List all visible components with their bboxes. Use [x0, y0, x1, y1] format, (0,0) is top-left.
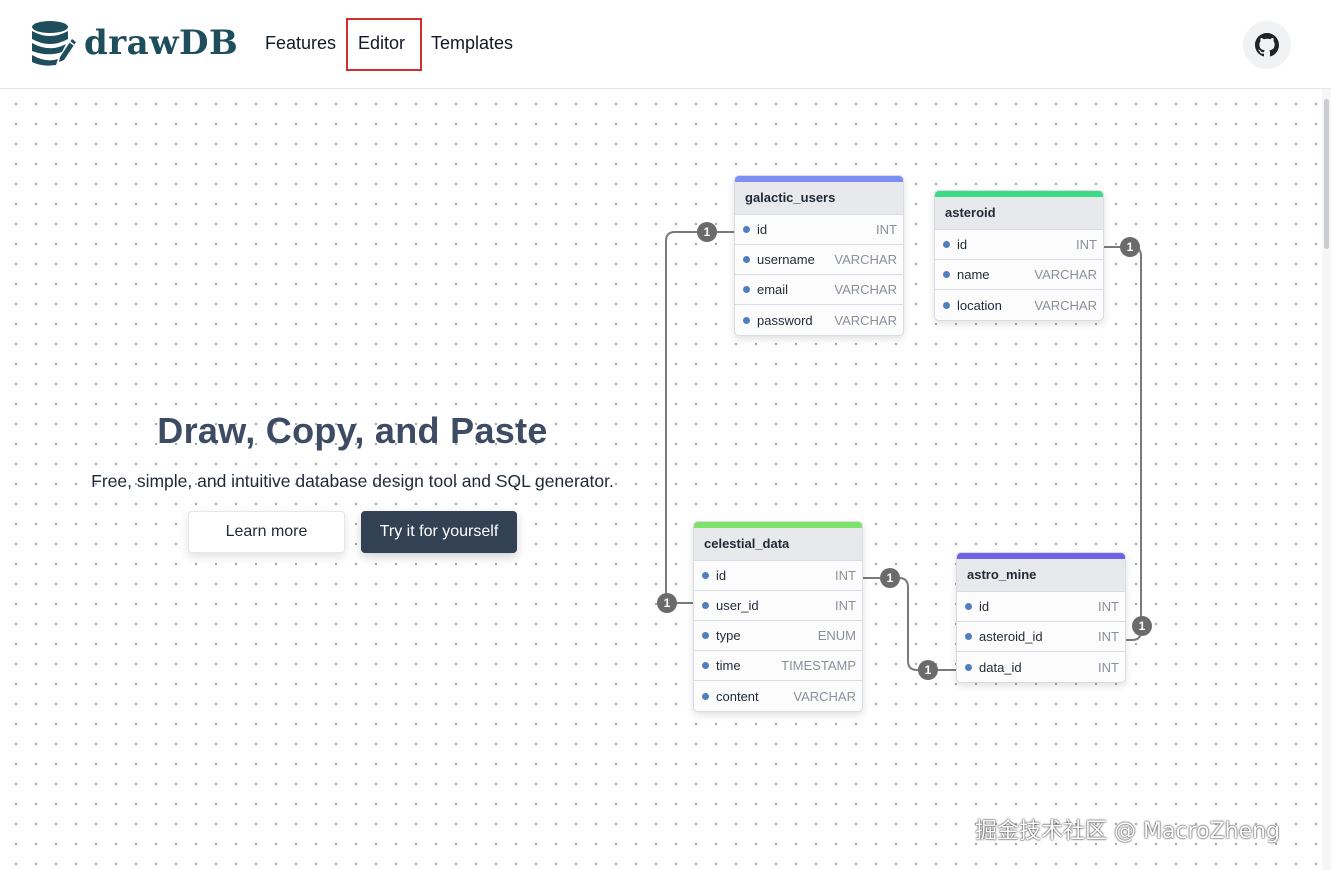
watermark-text: 掘金技术社区 @ MacroZheng: [975, 819, 1281, 844]
field-name: content: [716, 688, 759, 704]
table-galactic-users[interactable]: galactic_users id INT username VARCHAR ema…: [734, 175, 904, 336]
field-dot-icon: [965, 633, 972, 640]
table-celestial-data[interactable]: celestial_data id INT user_id INT type ENUM…: [693, 521, 863, 712]
field-dot-icon: [702, 662, 709, 669]
table-field-row[interactable]: asteroid_id INT: [957, 622, 1125, 652]
field-type: INT: [876, 222, 897, 237]
scrollbar-thumb[interactable]: [1324, 99, 1329, 249]
cardinality-badge: 1: [657, 593, 677, 613]
field-type: TIMESTAMP: [781, 658, 856, 673]
database-logo-icon: [32, 21, 76, 66]
field-dot-icon: [743, 256, 750, 263]
table-header[interactable]: celestial_data: [694, 528, 862, 561]
table-asteroid[interactable]: asteroid id INT name VARCHAR location VARCH…: [934, 190, 1104, 321]
field-dot-icon: [965, 603, 972, 610]
github-icon: [1255, 33, 1279, 57]
table-field-row[interactable]: id INT: [694, 561, 862, 591]
field-type: VARCHAR: [793, 688, 856, 704]
field-name: asteroid_id: [979, 629, 1043, 644]
field-type: VARCHAR: [834, 312, 897, 328]
table-field-row[interactable]: username VARCHAR: [735, 245, 903, 275]
field-dot-icon: [702, 632, 709, 639]
table-field-row[interactable]: id INT: [957, 592, 1125, 622]
field-name: data_id: [979, 659, 1022, 675]
drawdb-logo[interactable]: drawDB: [30, 18, 238, 68]
field-type: INT: [1076, 237, 1097, 252]
editor-highlight-box: [346, 18, 422, 71]
field-name: type: [716, 628, 741, 643]
field-dot-icon: [943, 301, 950, 309]
field-name: password: [757, 312, 813, 328]
field-dot-icon: [965, 663, 972, 671]
field-type: VARCHAR: [834, 252, 897, 267]
table-field-row[interactable]: user_id INT: [694, 591, 862, 621]
table-field-row[interactable]: id INT: [935, 230, 1103, 260]
field-name: id: [716, 568, 727, 583]
field-name: email: [757, 282, 789, 297]
field-type: INT: [835, 568, 856, 583]
field-type: INT: [1098, 629, 1119, 644]
table-field-row[interactable]: name VARCHAR: [935, 260, 1103, 290]
field-dot-icon: [702, 572, 709, 579]
github-button[interactable]: [1243, 21, 1291, 69]
field-dot-icon: [702, 602, 709, 609]
field-dot-icon: [702, 692, 709, 700]
field-name: id: [757, 222, 768, 237]
nav-features-link[interactable]: Features: [265, 33, 336, 54]
field-type: VARCHAR: [1034, 297, 1097, 313]
table-header[interactable]: galactic_users: [735, 182, 903, 215]
field-type: VARCHAR: [834, 282, 897, 297]
field-dot-icon: [743, 226, 750, 233]
top-navbar: drawDB Features Editor Templates: [0, 0, 1331, 89]
field-name: id: [957, 237, 968, 252]
field-name: id: [979, 599, 990, 614]
field-name: name: [957, 267, 990, 282]
hero-title: Draw, Copy, and Paste: [157, 410, 548, 451]
field-dot-icon: [943, 271, 950, 278]
nav-templates-link[interactable]: Templates: [431, 33, 513, 54]
table-field-row[interactable]: content VARCHAR: [694, 681, 862, 711]
cardinality-badge: 1: [1132, 616, 1152, 636]
table-astro-mine[interactable]: astro_mine id INT asteroid_id INT data_id I…: [956, 552, 1126, 683]
field-type: INT: [835, 598, 856, 613]
cardinality-badge: 1: [880, 568, 900, 588]
table-field-row[interactable]: data_id INT: [957, 652, 1125, 682]
field-name: time: [716, 658, 741, 673]
table-header[interactable]: astro_mine: [957, 559, 1125, 592]
field-dot-icon: [943, 241, 950, 248]
table-field-row[interactable]: email VARCHAR: [735, 275, 903, 305]
field-type: ENUM: [817, 628, 856, 643]
field-dot-icon: [743, 316, 750, 324]
table-field-row[interactable]: type ENUM: [694, 621, 862, 651]
table-header[interactable]: asteroid: [935, 197, 1103, 230]
table-field-row[interactable]: time TIMESTAMP: [694, 651, 862, 681]
field-name: user_id: [716, 598, 759, 613]
cardinality-badge: 1: [918, 660, 938, 680]
try-it-button[interactable]: Try it for yourself: [361, 511, 517, 553]
table-field-row[interactable]: id INT: [735, 215, 903, 245]
field-type: INT: [1098, 599, 1119, 614]
field-type: INT: [1098, 659, 1119, 675]
cardinality-badge: 1: [697, 222, 717, 242]
learn-more-button[interactable]: Learn more: [188, 511, 345, 553]
hero-subtitle: Free, simple, and intuitive database des…: [91, 471, 614, 491]
field-type: VARCHAR: [1034, 267, 1097, 282]
table-field-row[interactable]: password VARCHAR: [735, 305, 903, 335]
logo-text: drawDB: [84, 23, 239, 63]
field-dot-icon: [743, 286, 750, 293]
table-field-row[interactable]: location VARCHAR: [935, 290, 1103, 320]
cardinality-badge: 1: [1120, 237, 1140, 257]
vertical-scrollbar[interactable]: [1322, 89, 1331, 870]
field-name: location: [957, 297, 1002, 313]
field-name: username: [757, 252, 815, 267]
